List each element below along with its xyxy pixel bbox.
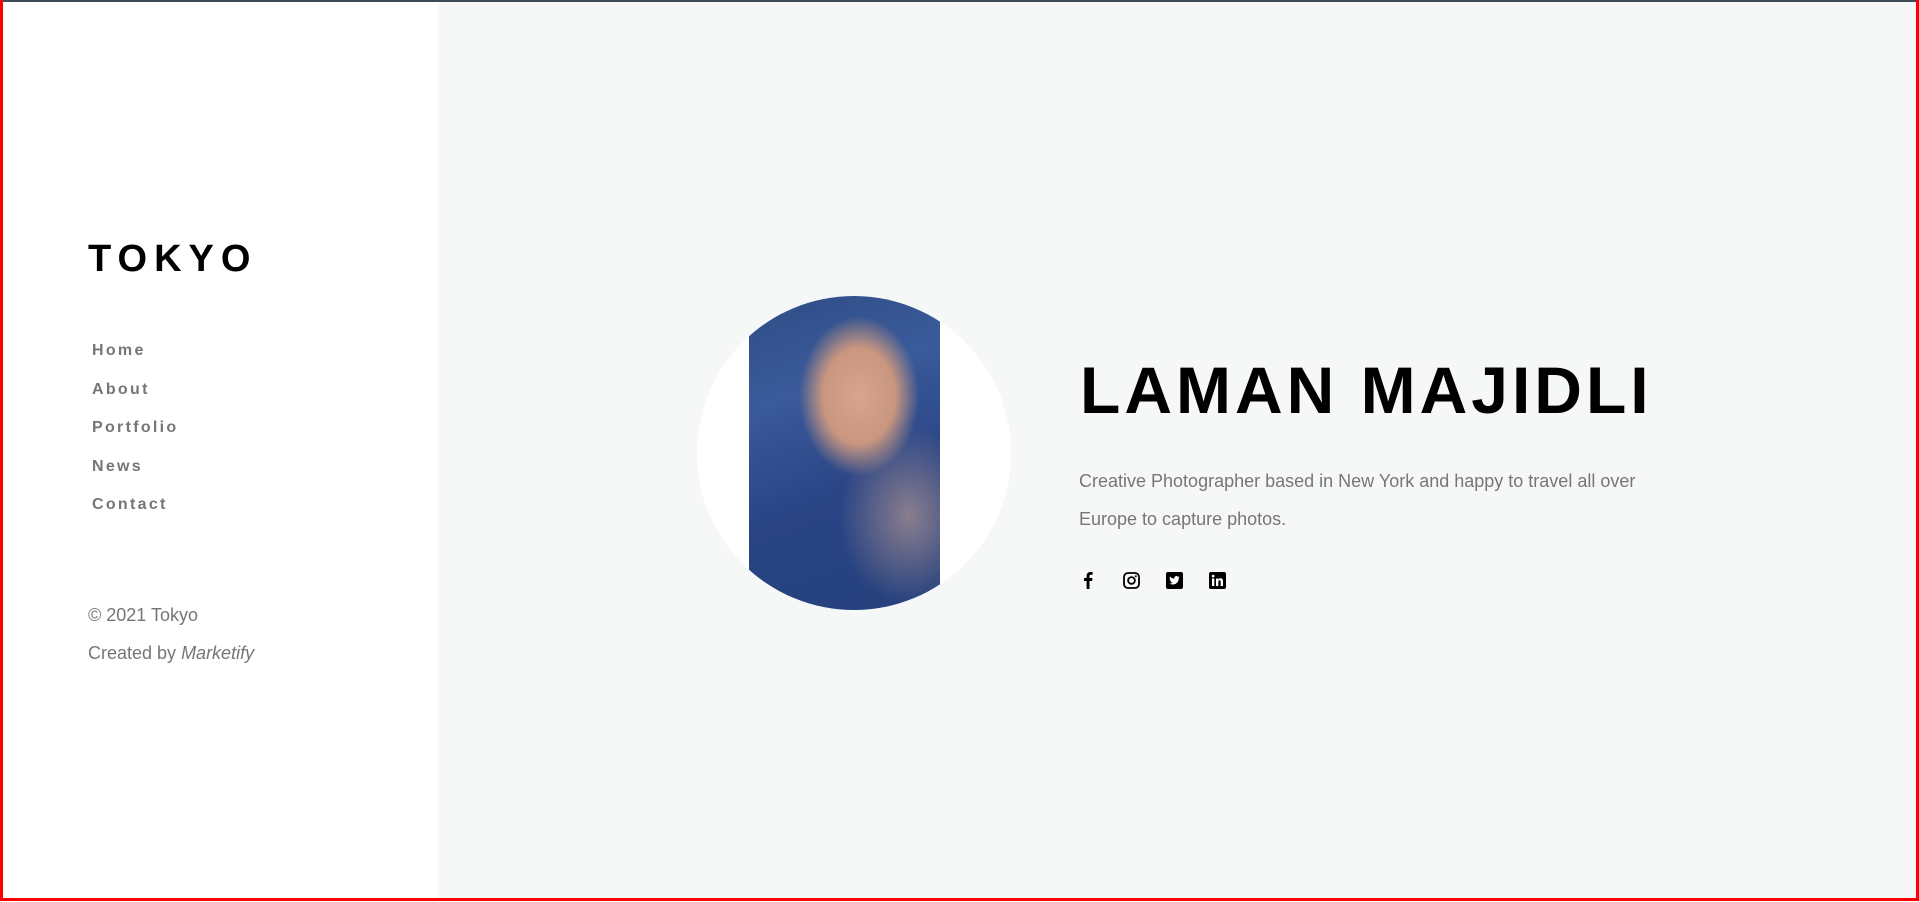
nav-item-news[interactable]: News — [92, 458, 178, 497]
profile-photo — [749, 296, 940, 610]
nav-item-about[interactable]: About — [92, 381, 178, 420]
sidebar: TOKYO Home About Portfolio News Contact … — [3, 2, 438, 898]
created-by-link[interactable]: Marketify — [181, 643, 254, 663]
twitter-icon[interactable] — [1164, 570, 1184, 590]
nav-item-home[interactable]: Home — [92, 342, 178, 381]
avatar — [697, 296, 1011, 610]
copyright: © 2021 Tokyo — [88, 605, 199, 625]
logo[interactable]: TOKYO — [88, 238, 257, 281]
created-by-prefix: Created by — [88, 643, 182, 663]
linkedin-icon[interactable] — [1207, 570, 1227, 590]
nav-item-portfolio[interactable]: Portfolio — [92, 419, 178, 458]
top-border — [3, 0, 1916, 2]
nav-menu: Home About Portfolio News Contact — [92, 342, 178, 535]
social-links — [1078, 570, 1250, 590]
main-content — [438, 2, 1916, 898]
facebook-icon[interactable] — [1078, 570, 1098, 590]
instagram-icon[interactable] — [1121, 570, 1141, 590]
hero-description: Creative Photographer based in New York … — [1079, 471, 1636, 529]
sidebar-footer: © 2021 Tokyo Created by Marketify — [88, 596, 254, 672]
created-by: Created by Marketify — [88, 634, 254, 672]
nav-item-contact[interactable]: Contact — [92, 496, 178, 535]
hero-name: LAMAN MAJIDLI — [1080, 353, 1653, 427]
